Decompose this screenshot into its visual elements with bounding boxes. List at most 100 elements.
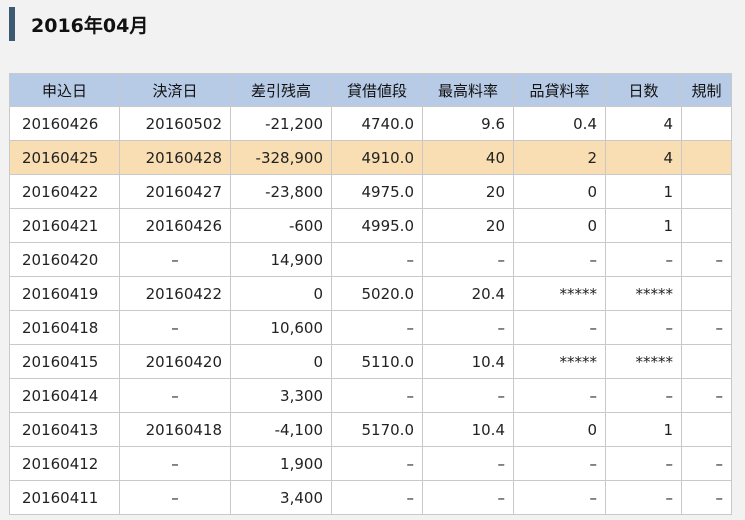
cell-max-rate: –	[422, 310, 514, 345]
cell-application-date: 20160419	[9, 276, 120, 311]
cell-stock-lending-fee: *****	[513, 276, 606, 311]
cell-regulation: –	[681, 446, 732, 481]
cell-days: 4	[605, 106, 682, 141]
cell-application-date: 20160426	[9, 106, 120, 141]
cell-settlement-date: –	[119, 378, 231, 413]
cell-settlement-date: 20160428	[119, 140, 231, 175]
table-row: 20160415 20160420 0 5110.0 10.4 ***** *****	[9, 344, 732, 379]
header-application-date: 申込日	[9, 73, 120, 107]
cell-days: –	[605, 446, 682, 481]
cell-regulation	[681, 140, 732, 175]
cell-days: –	[605, 480, 682, 515]
cell-days: 4	[605, 140, 682, 175]
cell-application-date: 20160420	[9, 242, 120, 277]
cell-settlement-date: 20160426	[119, 208, 231, 243]
cell-max-rate: –	[422, 378, 514, 413]
cell-max-rate: –	[422, 242, 514, 277]
cell-settlement-date: 20160502	[119, 106, 231, 141]
cell-application-date: 20160412	[9, 446, 120, 481]
cell-net-balance: 14,900	[230, 242, 332, 277]
cell-lending-price: –	[331, 446, 423, 481]
cell-stock-lending-fee: *****	[513, 344, 606, 379]
cell-regulation	[681, 344, 732, 379]
month-heading: 2016年04月	[9, 7, 745, 41]
cell-lending-price: 5110.0	[331, 344, 423, 379]
table-row: 20160426 20160502 -21,200 4740.0 9.6 0.4 4	[9, 106, 732, 141]
cell-max-rate: 40	[422, 140, 514, 175]
cell-application-date: 20160411	[9, 480, 120, 515]
cell-settlement-date: –	[119, 480, 231, 515]
cell-stock-lending-fee: 0	[513, 208, 606, 243]
table-row: 20160411–3,400– – – – –	[9, 480, 732, 515]
header-max-rate: 最高料率	[422, 73, 514, 107]
cell-application-date: 20160418	[9, 310, 120, 345]
cell-stock-lending-fee: 0	[513, 174, 606, 209]
cell-lending-price: –	[331, 378, 423, 413]
cell-lending-price: –	[331, 480, 423, 515]
cell-net-balance: -328,900	[230, 140, 332, 175]
cell-settlement-date: –	[119, 310, 231, 345]
table-row: 20160422 20160427 -23,800 4975.0 20 0 1	[9, 174, 732, 209]
table-row: 20160414–3,300– – – – –	[9, 378, 732, 413]
cell-net-balance: -600	[230, 208, 332, 243]
cell-days: 1	[605, 174, 682, 209]
cell-days: –	[605, 242, 682, 277]
cell-days: –	[605, 310, 682, 345]
cell-application-date: 20160413	[9, 412, 120, 447]
cell-lending-price: 5170.0	[331, 412, 423, 447]
cell-net-balance: 0	[230, 344, 332, 379]
cell-application-date: 20160415	[9, 344, 120, 379]
cell-regulation	[681, 106, 732, 141]
header-lending-price: 貸借値段	[331, 73, 423, 107]
cell-application-date: 20160425	[9, 140, 120, 175]
cell-max-rate: 10.4	[422, 412, 514, 447]
cell-days: –	[605, 378, 682, 413]
heading-accent-bar	[9, 7, 15, 41]
cell-lending-price: 5020.0	[331, 276, 423, 311]
table-row: 20160418–10,600– – – – –	[9, 310, 732, 345]
page-title: 2016年04月	[31, 14, 149, 37]
cell-application-date: 20160414	[9, 378, 120, 413]
cell-max-rate: –	[422, 480, 514, 515]
cell-net-balance: 10,600	[230, 310, 332, 345]
cell-days: 1	[605, 208, 682, 243]
header-settlement-date: 決済日	[119, 73, 231, 107]
cell-application-date: 20160421	[9, 208, 120, 243]
cell-days: 1	[605, 412, 682, 447]
cell-net-balance: 3,400	[230, 480, 332, 515]
cell-regulation: –	[681, 242, 732, 277]
cell-stock-lending-fee: –	[513, 480, 606, 515]
cell-lending-price: –	[331, 310, 423, 345]
table-row: 20160419 20160422 0 5020.0 20.4 ***** *****	[9, 276, 732, 311]
cell-regulation: –	[681, 378, 732, 413]
cell-settlement-date: 20160422	[119, 276, 231, 311]
cell-max-rate: 20	[422, 174, 514, 209]
cell-settlement-date: 20160418	[119, 412, 231, 447]
lending-balance-table: 申込日 決済日 差引残高 貸借値段 最高料率 品貸料率 日数 規制 201604…	[9, 73, 732, 515]
table-header-row: 申込日 決済日 差引残高 貸借値段 最高料率 品貸料率 日数 規制	[9, 73, 732, 107]
cell-regulation	[681, 208, 732, 243]
cell-lending-price: 4995.0	[331, 208, 423, 243]
cell-regulation	[681, 412, 732, 447]
cell-stock-lending-fee: –	[513, 242, 606, 277]
cell-max-rate: 20	[422, 208, 514, 243]
cell-stock-lending-fee: –	[513, 446, 606, 481]
cell-regulation: –	[681, 480, 732, 515]
cell-lending-price: 4975.0	[331, 174, 423, 209]
cell-regulation	[681, 174, 732, 209]
cell-stock-lending-fee: –	[513, 310, 606, 345]
cell-stock-lending-fee: 0	[513, 412, 606, 447]
cell-stock-lending-fee: –	[513, 378, 606, 413]
table-row: 20160421 20160426 -600 4995.0 20 0 1	[9, 208, 732, 243]
cell-net-balance: 3,300	[230, 378, 332, 413]
cell-lending-price: –	[331, 242, 423, 277]
cell-settlement-date: 20160420	[119, 344, 231, 379]
cell-lending-price: 4740.0	[331, 106, 423, 141]
table-row: 20160413 20160418 -4,100 5170.0 10.4 0 1	[9, 412, 732, 447]
cell-settlement-date: –	[119, 242, 231, 277]
cell-net-balance: 1,900	[230, 446, 332, 481]
cell-max-rate: 9.6	[422, 106, 514, 141]
header-stock-lending-fee: 品貸料率	[513, 73, 606, 107]
table-row: 20160425 20160428 -328,900 4910.0 40 2 4	[9, 140, 732, 175]
table-row: 20160412–1,900– – – – –	[9, 446, 732, 481]
